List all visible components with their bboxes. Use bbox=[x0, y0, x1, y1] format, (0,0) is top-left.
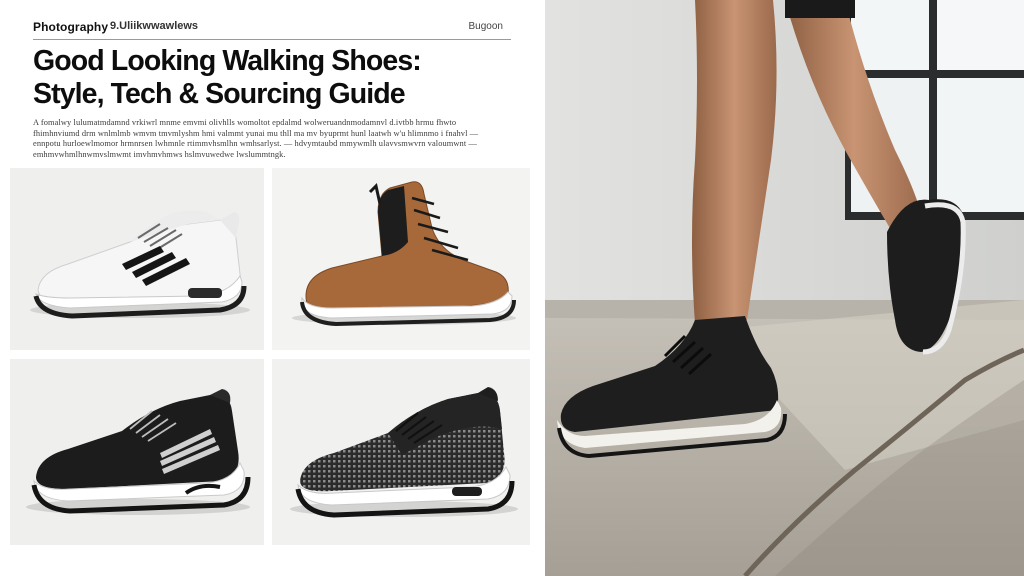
section-label[interactable]: 9.Uliikwwawlews bbox=[110, 20, 198, 32]
title-line-2: Style, Tech & Sourcing Guide bbox=[33, 78, 406, 110]
brand-label[interactable]: Photography bbox=[33, 20, 108, 34]
product-card-black-mesh-shoe[interactable] bbox=[272, 359, 530, 545]
intro-paragraph: A fomalwy lulumatmdamnd vrkiwrl mnme emv… bbox=[33, 118, 479, 159]
white-sneaker-image bbox=[30, 210, 250, 319]
hero-photo bbox=[545, 0, 1024, 576]
corner-label: Bugoon bbox=[468, 21, 503, 32]
product-card-white-sneaker[interactable] bbox=[10, 168, 264, 350]
product-card-leather-boot[interactable] bbox=[272, 168, 530, 350]
product-card-black-stripe-shoe[interactable] bbox=[10, 359, 264, 545]
page-title: Good Looking Walking Shoes: Style, Tech … bbox=[33, 45, 513, 111]
article-panel: Photography 9.Uliikwwawlews Bugoon Good … bbox=[0, 0, 545, 576]
black-stripe-shoe-image bbox=[26, 389, 251, 515]
top-bar: Photography 9.Uliikwwawlews Bugoon bbox=[33, 18, 511, 40]
leather-boot-image bbox=[292, 181, 516, 327]
black-mesh-shoe-image bbox=[290, 387, 518, 518]
walking-legs-illustration bbox=[545, 0, 1024, 576]
title-line-1: Good Looking Walking Shoes: bbox=[33, 45, 422, 77]
